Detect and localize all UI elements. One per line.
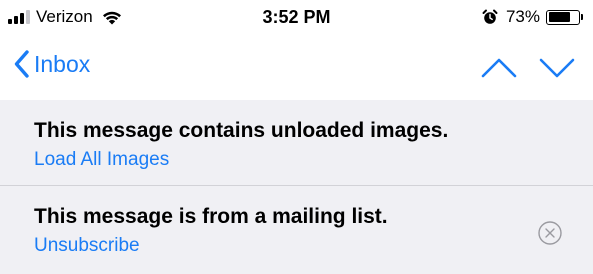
battery-percent: 73% [505, 7, 540, 26]
alarm-icon [482, 9, 498, 24]
load-all-images-link[interactable]: Load All Images [34, 147, 169, 173]
close-circle-icon[interactable] [537, 220, 563, 246]
status-bar: Verizon 3:52 PM 73% [0, 0, 593, 38]
message-banners: This message contains unloaded images. L… [0, 100, 593, 274]
chevron-up-icon[interactable] [481, 56, 517, 80]
message-nav-arrows [481, 56, 575, 80]
unloaded-images-banner: This message contains unloaded images. L… [0, 100, 593, 186]
status-right: 73% [482, 7, 583, 27]
banner-title: This message contains unloaded images. [34, 119, 449, 142]
nav-bar: Inbox [0, 38, 593, 100]
chevron-down-icon[interactable] [539, 56, 575, 80]
mailing-list-banner: This message is from a mailing list. Uns… [0, 186, 593, 274]
back-label: Inbox [34, 50, 91, 77]
banner-title: This message is from a mailing list. [34, 205, 388, 228]
chevron-left-icon [14, 50, 29, 78]
back-button[interactable]: Inbox [14, 50, 90, 78]
unsubscribe-link[interactable]: Unsubscribe [34, 233, 140, 259]
battery-icon [546, 9, 583, 25]
